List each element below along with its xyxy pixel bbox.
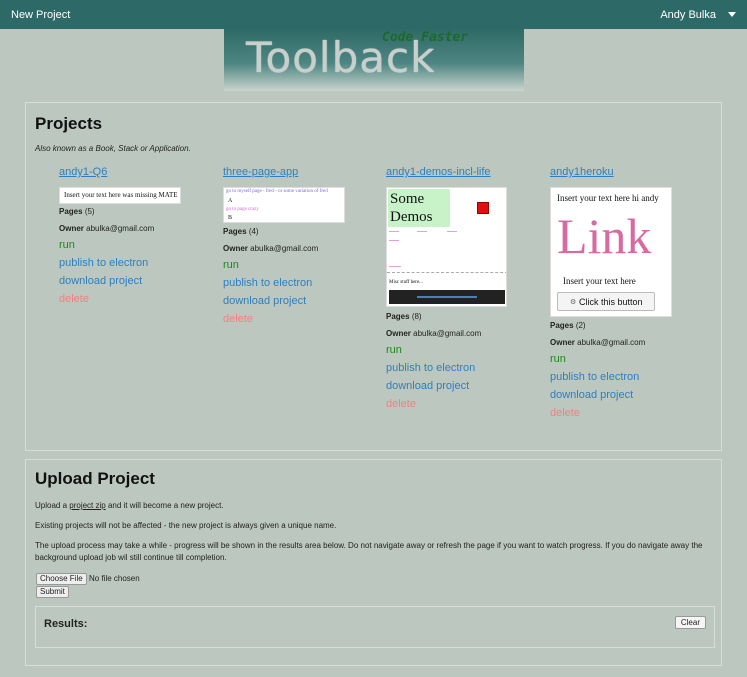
publish-electron-link[interactable]: publish to electron: [386, 362, 475, 374]
publish-electron-link[interactable]: publish to electron: [59, 257, 148, 269]
thumb-decor: [389, 240, 399, 241]
upload-instructions: Upload a project zip and it will become …: [35, 501, 224, 510]
thumb-text: B: [228, 215, 233, 221]
submit-button[interactable]: Submit: [36, 586, 69, 598]
top-navbar: New Project Andy Bulka: [0, 0, 747, 29]
project-thumbnail[interactable]: Some Demos Misc stuff here...: [386, 187, 507, 307]
thumb-text: Insert your text here hi andy: [557, 193, 659, 203]
thumb-divider: [387, 272, 506, 273]
chevron-down-icon[interactable]: [728, 12, 736, 17]
project-thumbnail[interactable]: Insert your text here hi andy Link Inser…: [550, 187, 672, 317]
results-label: Results:: [44, 618, 88, 630]
run-link[interactable]: run: [386, 344, 402, 356]
projects-subtitle: Also known as a Book, Stack or Applicati…: [35, 144, 191, 153]
project-zip-link[interactable]: project zip: [69, 501, 105, 510]
clear-button[interactable]: Clear: [674, 616, 706, 629]
results-area: Results: Clear: [35, 606, 715, 648]
thumb-link: go to myself page - fred - or some varia…: [226, 189, 328, 194]
delete-link[interactable]: delete: [223, 313, 253, 325]
run-link[interactable]: run: [223, 259, 239, 271]
project-title-link[interactable]: three-page-app: [223, 166, 298, 178]
download-project-link[interactable]: download project: [59, 275, 142, 287]
gear-icon: ⚙: [570, 299, 577, 306]
delete-link[interactable]: delete: [550, 407, 580, 419]
thumb-text: Some Demos: [390, 191, 433, 225]
pages-count: Pages (2): [550, 321, 586, 330]
owner-info: Owner abulka@gmail.com: [223, 244, 319, 253]
thumb-decor: [447, 231, 457, 232]
toolback-logo: Toolback Code Faster: [224, 29, 524, 91]
project-thumbnail[interactable]: Insert your text here was missing MATE: [59, 187, 181, 204]
thumb-link: go to page crazy: [226, 207, 259, 212]
thumb-decor: [389, 266, 401, 267]
new-project-link[interactable]: New Project: [11, 9, 70, 21]
pages-count: Pages (8): [386, 312, 422, 321]
download-project-link[interactable]: download project: [223, 295, 306, 307]
thumb-text: Misc stuff here...: [389, 280, 423, 285]
thumb-text: Insert your text here was missing MATE: [64, 191, 178, 199]
thumb-decor: [417, 231, 427, 232]
owner-info: Owner abulka@gmail.com: [550, 338, 646, 347]
run-link[interactable]: run: [550, 353, 566, 365]
thumb-red-square: [477, 202, 489, 214]
upload-panel: Upload Project Upload a project zip and …: [25, 459, 722, 666]
projects-heading: Projects: [35, 114, 103, 133]
publish-electron-link[interactable]: publish to electron: [223, 277, 312, 289]
logo-tagline: Code Faster: [382, 30, 469, 45]
publish-electron-link[interactable]: publish to electron: [550, 371, 639, 383]
upload-heading: Upload Project: [35, 469, 155, 488]
delete-link[interactable]: delete: [59, 293, 89, 305]
thumb-button: ⚙ Click this button: [557, 292, 655, 311]
thumb-button-label: Click this button: [579, 297, 643, 307]
project-title-link[interactable]: andy1-Q6: [59, 166, 107, 178]
download-project-link[interactable]: download project: [386, 380, 469, 392]
delete-link[interactable]: delete: [386, 398, 416, 410]
run-link[interactable]: run: [59, 239, 75, 251]
pages-count: Pages (5): [59, 207, 95, 216]
file-status: No file chosen: [89, 574, 140, 583]
thumb-text: A: [228, 198, 233, 204]
download-project-link[interactable]: download project: [550, 389, 633, 401]
thumb-decor: [417, 296, 477, 298]
projects-panel: Projects Also known as a Book, Stack or …: [25, 102, 722, 451]
thumb-text: Insert your text here: [563, 276, 636, 286]
upload-progress-note: The upload process may take a while - pr…: [35, 541, 703, 562]
pages-count: Pages (4): [223, 227, 259, 236]
project-title-link[interactable]: andy1-demos-incl-life: [386, 166, 491, 178]
user-menu[interactable]: Andy Bulka: [660, 9, 716, 21]
owner-info: Owner abulka@gmail.com: [386, 329, 482, 338]
thumb-link-text: Link: [557, 208, 652, 264]
upload-note: Existing projects will not be affected -…: [35, 521, 337, 530]
choose-file-button[interactable]: Choose File: [36, 573, 87, 585]
owner-info: Owner abulka@gmail.com: [59, 224, 155, 233]
project-title-link[interactable]: andy1heroku: [550, 166, 614, 178]
thumb-decor: [389, 231, 399, 232]
project-thumbnail[interactable]: go to myself page - fred - or some varia…: [223, 187, 345, 223]
